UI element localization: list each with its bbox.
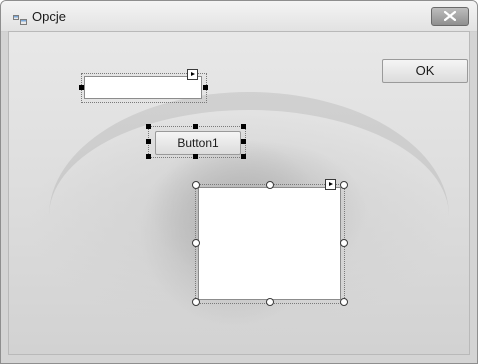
- resize-handle-top[interactable]: [193, 124, 198, 129]
- resize-handle-right[interactable]: [241, 139, 246, 144]
- resize-handle-left[interactable]: [79, 85, 84, 90]
- resize-handle-bottom-left[interactable]: [146, 154, 151, 159]
- resize-handle-left[interactable]: [192, 239, 200, 247]
- form-client-area: OK Button1: [8, 31, 470, 355]
- resize-handle-right[interactable]: [340, 239, 348, 247]
- close-button[interactable]: [431, 7, 469, 26]
- panel[interactable]: [198, 187, 341, 300]
- form-icon: [13, 12, 27, 25]
- resize-handle-top-right[interactable]: [241, 124, 246, 129]
- resize-handle-left[interactable]: [146, 139, 151, 144]
- button1[interactable]: Button1: [155, 131, 241, 155]
- close-icon: [444, 11, 456, 21]
- resize-handle-bottom-right[interactable]: [340, 298, 348, 306]
- smart-tag-arrow-icon[interactable]: [187, 69, 198, 80]
- resize-handle-bottom[interactable]: [193, 154, 198, 159]
- resize-handle-top-left[interactable]: [146, 124, 151, 129]
- ok-button[interactable]: OK: [382, 59, 468, 83]
- smart-tag-arrow-icon[interactable]: [325, 179, 336, 190]
- resize-handle-right[interactable]: [203, 85, 208, 90]
- text-input[interactable]: [84, 76, 202, 99]
- resize-handle-bottom[interactable]: [266, 298, 274, 306]
- resize-handle-top-right[interactable]: [340, 181, 348, 189]
- resize-handle-bottom-right[interactable]: [241, 154, 246, 159]
- resize-handle-bottom-left[interactable]: [192, 298, 200, 306]
- form-window: Opcje OK Button1: [0, 0, 478, 364]
- window-title: Opcje: [32, 9, 66, 24]
- resize-handle-top[interactable]: [266, 181, 274, 189]
- resize-handle-top-left[interactable]: [192, 181, 200, 189]
- title-bar[interactable]: Opcje: [1, 1, 477, 32]
